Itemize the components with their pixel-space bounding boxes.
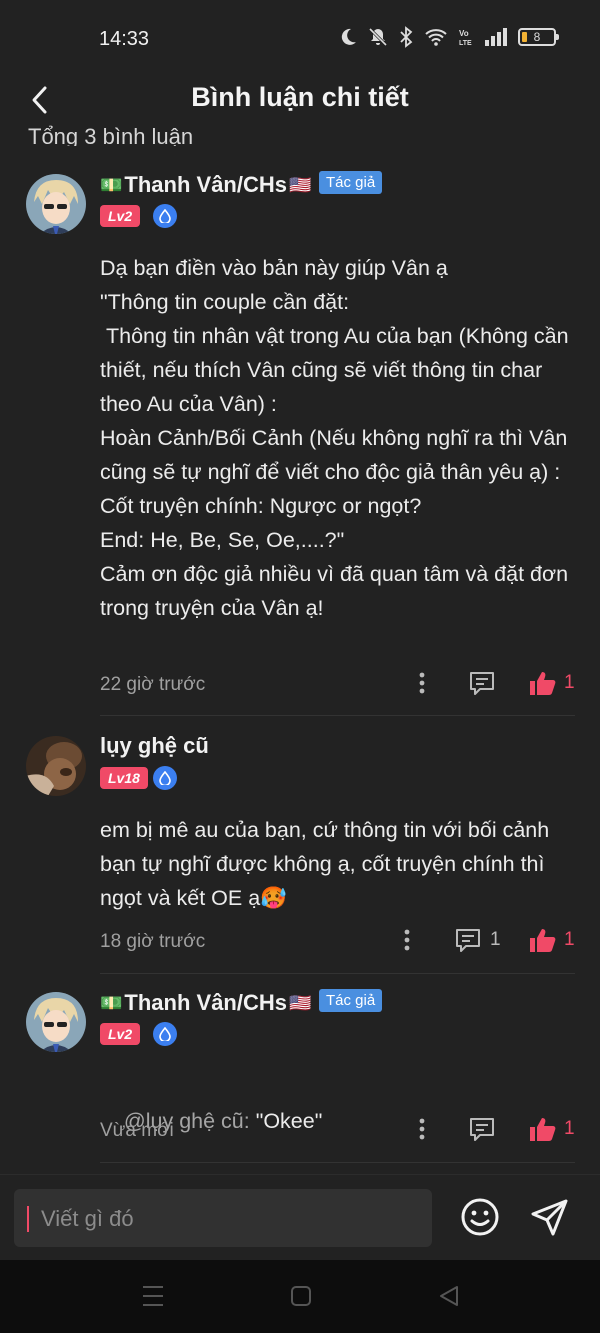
svg-text:Vo: Vo (459, 29, 469, 38)
recent-apps-button[interactable] (142, 1284, 164, 1313)
triangle-back-icon (440, 1286, 458, 1306)
square-icon (291, 1286, 311, 1306)
menu-icon (143, 1286, 163, 1306)
send-icon (531, 1199, 568, 1236)
more-options-button[interactable] (412, 671, 432, 695)
more-options-button[interactable] (412, 1117, 432, 1141)
prefix-emoji: 💵 (100, 992, 123, 1013)
like-count: 1 (564, 1118, 575, 1139)
avatar[interactable] (26, 992, 86, 1052)
drop-badge-icon (153, 766, 177, 790)
username[interactable]: 💵 Thanh Vân/CHs 🇺🇸 (100, 172, 311, 198)
level-badge: Lv2 (100, 205, 141, 227)
like-button[interactable]: 1 (528, 670, 575, 696)
battery-icon: 8 (518, 28, 559, 46)
reply-button[interactable] (468, 670, 496, 696)
flag-emoji: 🇺🇸 (289, 174, 312, 195)
avatar[interactable] (26, 736, 86, 796)
reply-button[interactable] (468, 1116, 496, 1142)
comment-icon (470, 672, 494, 695)
bluetooth-icon (400, 26, 413, 48)
divider (100, 715, 575, 716)
comment-time: 18 giờ trước (100, 931, 206, 952)
comment-count-summary: Tổng 3 bình luận (28, 124, 194, 146)
comment-text: Dạ bạn điền vào bản này giúp Vân ạ "Thôn… (100, 256, 569, 620)
author-badge: Tác giả (319, 989, 383, 1012)
reply-count: 1 (490, 929, 501, 950)
more-options-button[interactable] (397, 928, 417, 952)
comment-time: 22 giờ trước (100, 674, 206, 695)
drop-badge-icon (153, 204, 177, 228)
signal-icon (485, 28, 507, 46)
author-badge: Tác giả (319, 171, 383, 194)
thumbs-up-icon (530, 1118, 556, 1141)
like-count: 1 (564, 672, 575, 693)
comment-text: em bị mê au của bạn, cứ thông tin với bố… (100, 818, 556, 910)
status-time: 14:33 (99, 28, 150, 50)
reply-button[interactable]: 1 (454, 927, 501, 953)
divider (100, 973, 575, 974)
comment-icon (470, 1118, 494, 1141)
username[interactable]: 💵 Thanh Vân/CHs 🇺🇸 (100, 990, 311, 1016)
comment-body: "Okee" (249, 1109, 323, 1133)
drop-badge-icon (153, 1022, 177, 1046)
comment-input-bar: Viết gì đó (0, 1174, 600, 1260)
wifi-icon (425, 29, 447, 46)
username[interactable]: lụy ghệ cũ (100, 733, 209, 759)
like-button[interactable]: 1 (528, 927, 575, 953)
more-vertical-icon (419, 1118, 425, 1140)
text-cursor (27, 1206, 29, 1232)
system-back-button[interactable] (438, 1284, 460, 1313)
level-badge: Lv2 (100, 1023, 141, 1045)
system-navigation-bar (0, 1260, 600, 1333)
emoji-button[interactable] (460, 1197, 500, 1242)
mute-bell-icon (368, 27, 388, 47)
like-count: 1 (564, 929, 575, 950)
thumbs-up-icon (530, 672, 556, 695)
comment-input[interactable]: Viết gì đó (14, 1189, 432, 1247)
avatar[interactable] (26, 174, 86, 234)
username-text: Thanh Vân/CHs (124, 990, 287, 1015)
more-vertical-icon (404, 929, 410, 951)
smiley-icon (461, 1198, 499, 1236)
flag-emoji: 🇺🇸 (289, 992, 312, 1013)
volte-icon: Vo LTE (459, 29, 472, 47)
page-title: Bình luận chi tiết (191, 82, 409, 112)
status-bar: 14:33 Vo LTE 8 (0, 0, 600, 80)
battery-level: 8 (533, 30, 541, 44)
home-button[interactable] (290, 1284, 312, 1313)
header: Bình luận chi tiết (0, 74, 600, 126)
send-button[interactable] (530, 1197, 570, 1242)
username-text: lụy ghệ cũ (100, 733, 209, 758)
input-placeholder: Viết gì đó (41, 1206, 134, 1231)
divider (100, 1162, 575, 1163)
prefix-emoji: 💵 (100, 174, 123, 195)
comment-time: Vừa mới (100, 1120, 174, 1141)
svg-text:LTE: LTE (459, 40, 472, 47)
thumbs-up-icon (530, 929, 556, 952)
moon-icon (341, 28, 356, 45)
more-vertical-icon (419, 672, 425, 694)
like-button[interactable]: 1 (528, 1116, 575, 1142)
username-text: Thanh Vân/CHs (124, 172, 287, 197)
status-icons: Vo LTE 8 (338, 26, 559, 48)
comment-icon (456, 929, 480, 952)
level-badge: Lv18 (100, 767, 148, 789)
